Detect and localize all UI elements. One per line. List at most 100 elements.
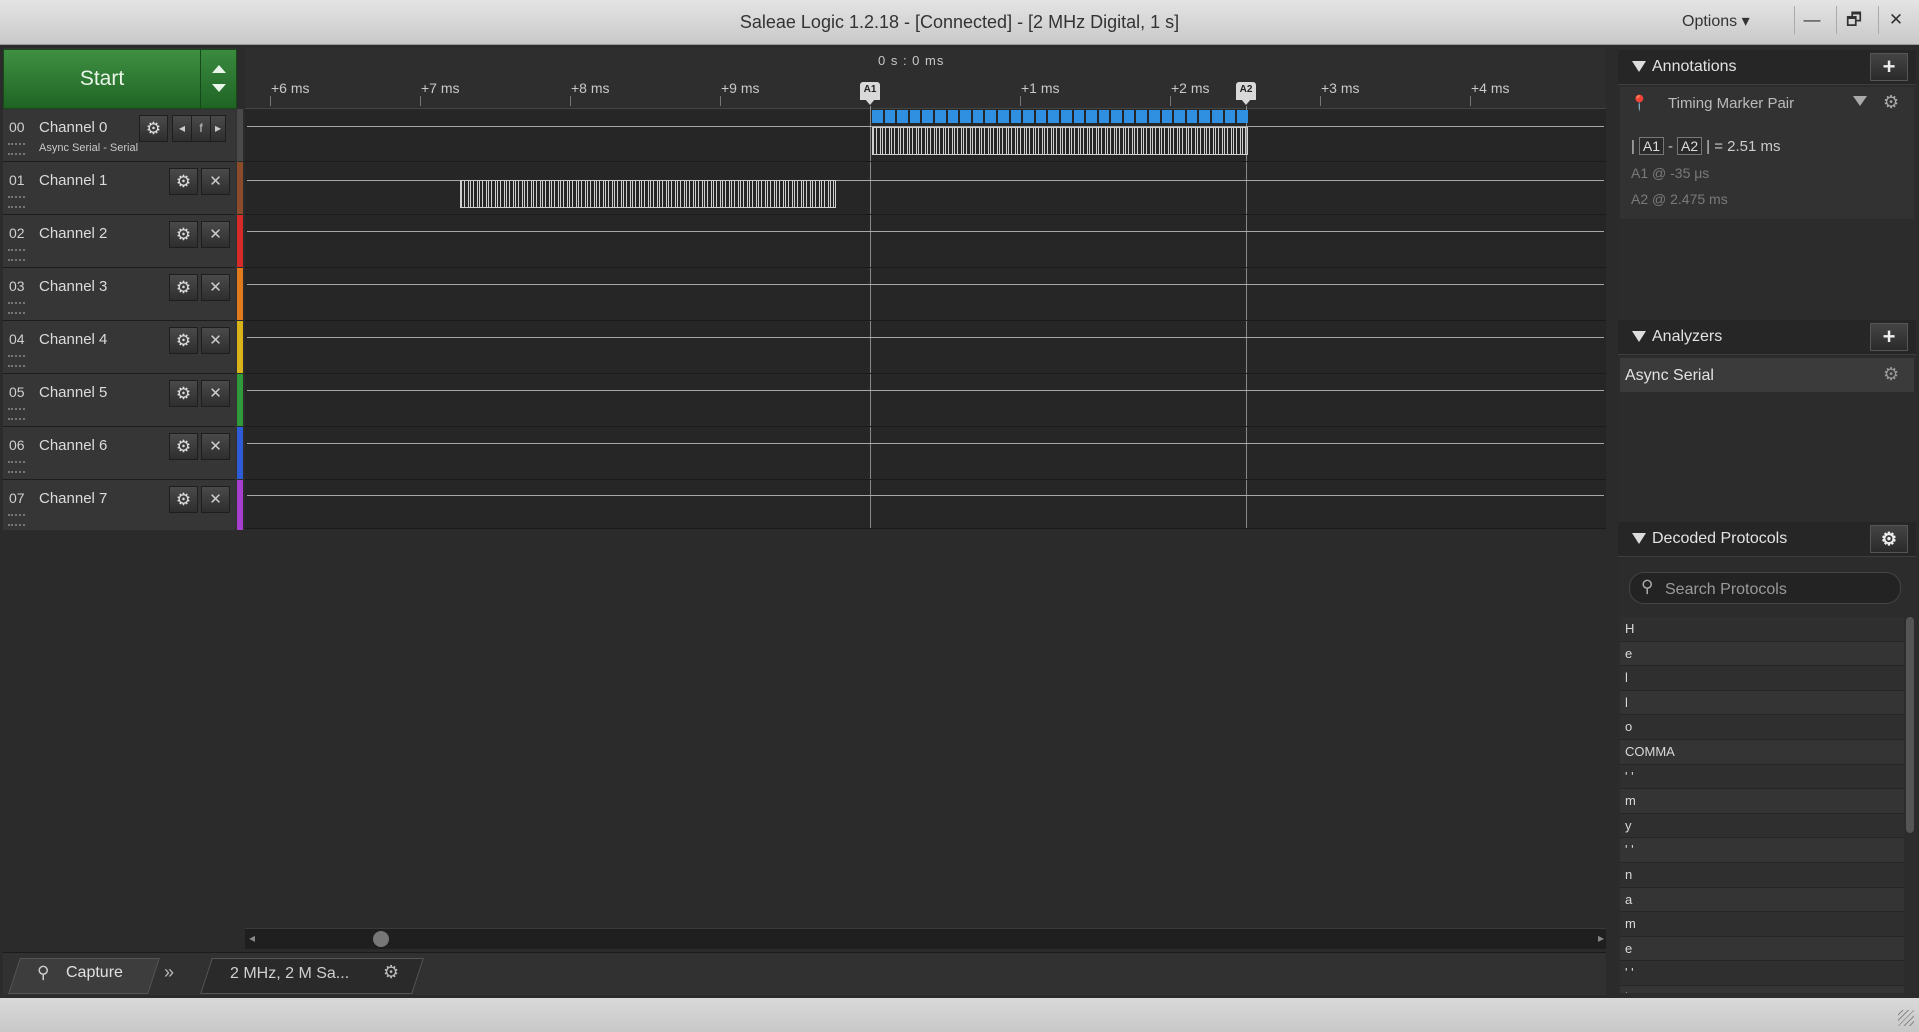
channel-close-icon[interactable]: ✕	[201, 380, 230, 407]
scroll-left-icon[interactable]: ◂	[249, 931, 255, 945]
minimize-button[interactable]: —	[1794, 6, 1829, 34]
close-window-button[interactable]: ✕	[1878, 6, 1913, 34]
gear-icon[interactable]: ⚙	[1883, 364, 1899, 385]
channel-settings-gear-icon[interactable]: ⚙	[169, 221, 198, 248]
gear-icon[interactable]: ⚙	[1883, 92, 1899, 113]
decoded-settings-gear-icon[interactable]: ⚙	[1870, 525, 1908, 553]
drag-handle-icon[interactable]	[8, 514, 25, 526]
start-options-button[interactable]	[200, 49, 237, 109]
search-protocols-input[interactable]	[1663, 578, 1892, 602]
channel-name[interactable]: Channel 0	[39, 119, 107, 136]
expand-icon[interactable]: »	[164, 962, 174, 983]
list-item[interactable]: i	[1620, 985, 1904, 993]
dropdown-arrow-icon[interactable]	[1853, 96, 1867, 106]
channel-name[interactable]: Channel 2	[39, 225, 107, 242]
channel-name[interactable]: Channel 5	[39, 384, 107, 401]
list-item[interactable]: e	[1620, 641, 1904, 667]
scroll-right-icon[interactable]: ▸	[1598, 931, 1604, 945]
channel-row-6[interactable]: 06 Channel 6 ⚙ ✕	[3, 427, 235, 480]
list-item[interactable]: m	[1620, 789, 1904, 814]
decoded-protocols-header[interactable]: Decoded Protocols ⚙	[1618, 522, 1916, 557]
channel-name[interactable]: Channel 3	[39, 278, 107, 295]
list-item[interactable]: o	[1620, 715, 1904, 740]
collapse-triangle-icon[interactable]	[1632, 533, 1646, 544]
collapse-triangle-icon[interactable]	[1632, 61, 1646, 72]
decoded-protocol-list[interactable]: H e l l o COMMA ' ' m y ' ' n a m e ' ' …	[1620, 617, 1904, 993]
list-item[interactable]: e	[1620, 936, 1904, 962]
marker-a1[interactable]: A1	[860, 82, 880, 105]
list-item[interactable]: n	[1620, 862, 1904, 888]
channel-close-icon[interactable]: ✕	[201, 221, 230, 248]
channel-row-1[interactable]: 01 Channel 1 ⚙ ✕	[3, 162, 235, 215]
horizontal-scrollbar[interactable]: ◂ ▸	[245, 928, 1606, 949]
channel-row-5[interactable]: 05 Channel 5 ⚙ ✕	[3, 374, 235, 427]
start-button[interactable]: Start	[3, 49, 201, 109]
channel-color-bar	[237, 321, 243, 373]
maximize-button[interactable]: 🗗	[1836, 6, 1871, 34]
drag-handle-icon[interactable]	[8, 249, 25, 261]
channel-row-2[interactable]: 02 Channel 2 ⚙ ✕	[3, 215, 235, 268]
a2-chip: A2	[1677, 137, 1703, 155]
analyzers-header[interactable]: Analyzers +	[1618, 320, 1916, 355]
channel-settings-gear-icon[interactable]: ⚙	[169, 433, 198, 460]
channel-close-icon[interactable]: ✕	[201, 168, 230, 195]
channel-settings-gear-icon[interactable]: ⚙	[169, 168, 198, 195]
channel-row-4[interactable]: 04 Channel 4 ⚙ ✕	[3, 321, 235, 374]
channel-close-icon[interactable]: ✕	[201, 486, 230, 513]
add-annotation-plus-icon[interactable]: +	[1870, 53, 1908, 81]
list-item[interactable]: ' '	[1620, 764, 1904, 790]
capture-tab-label[interactable]: Capture	[66, 964, 123, 982]
drag-handle-icon[interactable]	[8, 196, 25, 208]
channel-close-icon[interactable]: ✕	[201, 274, 230, 301]
drag-handle-icon[interactable]	[8, 355, 25, 367]
channel-settings-gear-icon[interactable]: ⚙	[139, 115, 168, 142]
channel-close-icon[interactable]: ✕	[201, 433, 230, 460]
list-item[interactable]: l	[1620, 666, 1904, 691]
drag-handle-icon[interactable]	[8, 461, 25, 473]
list-item[interactable]: ' '	[1620, 961, 1904, 986]
drag-handle-icon[interactable]	[8, 302, 25, 314]
channel-name[interactable]: Channel 1	[39, 172, 107, 189]
channel-row-7[interactable]: 07 Channel 7 ⚙ ✕	[3, 480, 235, 533]
channel-close-icon[interactable]: ✕	[201, 327, 230, 354]
channel-settings-gear-icon[interactable]: ⚙	[169, 274, 198, 301]
channel-row-3[interactable]: 03 Channel 3 ⚙ ✕	[3, 268, 235, 321]
prev-edge-icon[interactable]: ◂	[172, 115, 192, 142]
resize-grip-icon[interactable]	[1898, 1010, 1914, 1026]
drag-handle-icon[interactable]	[8, 408, 25, 420]
title-bar: Saleae Logic 1.2.18 - [Connected] - [2 M…	[0, 0, 1919, 45]
pin-icon[interactable]: 📍	[1630, 94, 1649, 112]
analyzer-name[interactable]: Async Serial	[1625, 367, 1714, 385]
scroll-thumb[interactable]	[373, 931, 389, 947]
channel-name[interactable]: Channel 4	[39, 331, 107, 348]
channel-settings-gear-icon[interactable]: ⚙	[169, 380, 198, 407]
channel-name[interactable]: Channel 7	[39, 490, 107, 507]
list-item[interactable]: H	[1620, 617, 1904, 642]
channel-settings-gear-icon[interactable]: ⚙	[169, 327, 198, 354]
list-item[interactable]: COMMA	[1620, 739, 1904, 765]
sample-rate-label[interactable]: 2 MHz, 2 M Sa...	[230, 965, 349, 983]
tick-mark	[1020, 96, 1021, 106]
timing-marker-pair-label[interactable]: Timing Marker Pair	[1668, 95, 1794, 112]
options-button[interactable]: Options ▾	[1682, 11, 1750, 31]
channel-1-burst	[460, 180, 836, 208]
channel-number: 05	[9, 384, 25, 400]
collapse-triangle-icon[interactable]	[1632, 331, 1646, 342]
list-item[interactable]: l	[1620, 690, 1904, 716]
vertical-scrollbar[interactable]	[1906, 617, 1914, 833]
trigger-edge-icon[interactable]: f	[191, 115, 211, 142]
channel-settings-gear-icon[interactable]: ⚙	[169, 486, 198, 513]
list-item[interactable]: y	[1620, 813, 1904, 839]
drag-handle-icon[interactable]	[8, 143, 25, 155]
next-edge-icon[interactable]: ▸	[210, 115, 226, 142]
channel-name[interactable]: Channel 6	[39, 437, 107, 454]
annotations-header[interactable]: Annotations +	[1618, 50, 1916, 85]
add-analyzer-plus-icon[interactable]: +	[1870, 323, 1908, 351]
gear-icon[interactable]: ⚙	[383, 962, 399, 983]
channel-row-0[interactable]: 00 Channel 0 Async Serial - Serial ⚙ ◂ f…	[3, 109, 235, 162]
decoded-bubbles[interactable]	[872, 110, 1248, 123]
list-item[interactable]: m	[1620, 912, 1904, 937]
marker-a2[interactable]: A2	[1236, 82, 1256, 105]
list-item[interactable]: ' '	[1620, 838, 1904, 863]
list-item[interactable]: a	[1620, 887, 1904, 913]
